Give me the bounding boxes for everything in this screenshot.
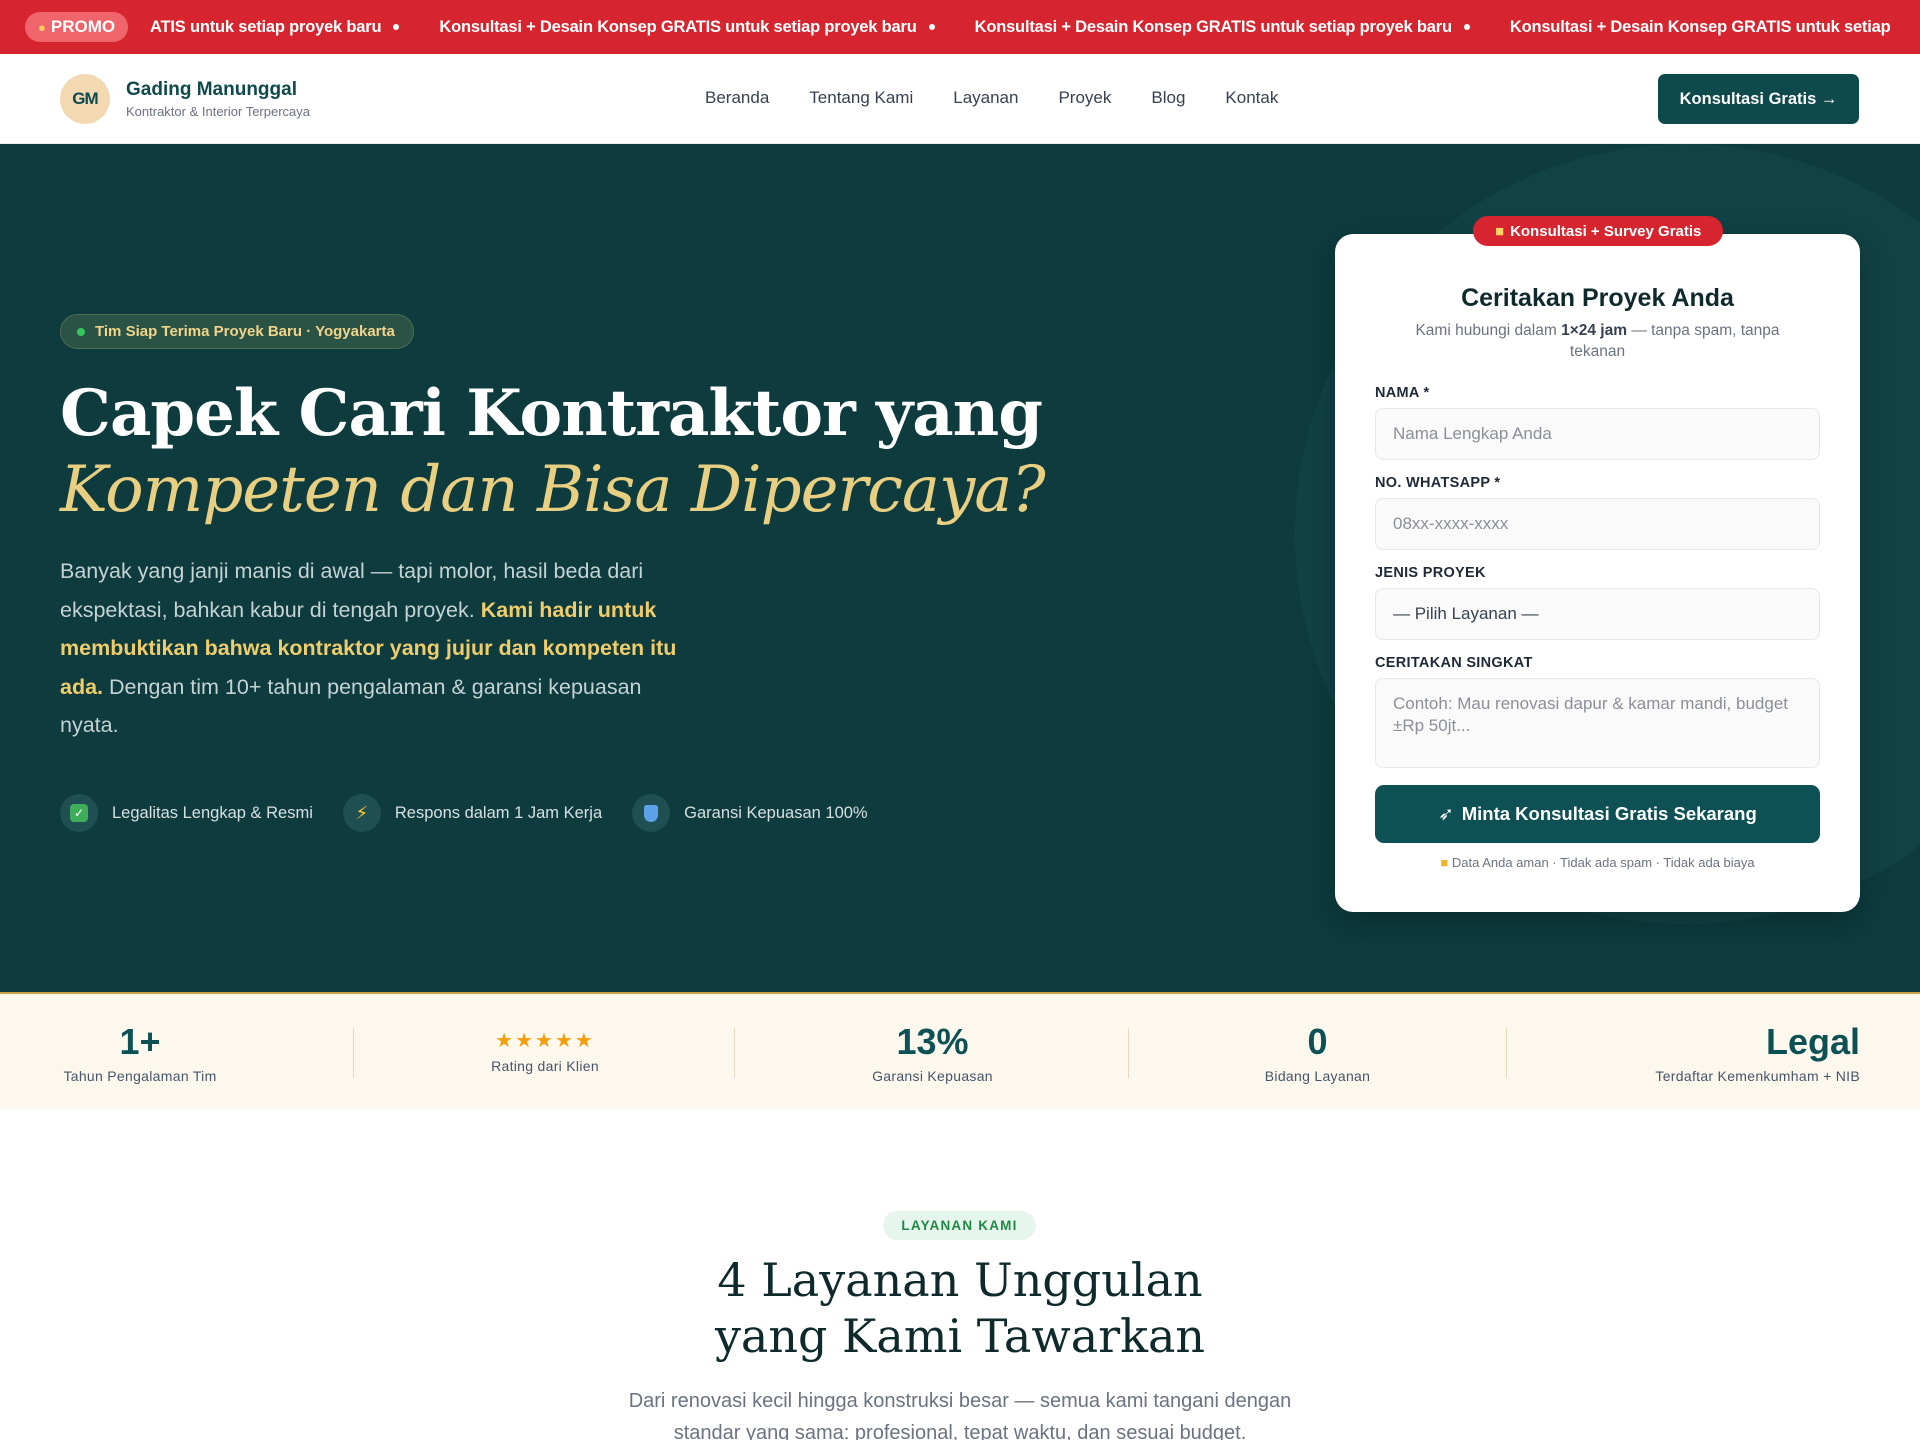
services-pill: LAYANAN KAMI [883,1211,1036,1240]
privacy-note: ■ Data Anda aman · Tidak ada spam · Tida… [1440,855,1755,870]
promo-pill: ● PROMO [25,12,129,42]
name-label: NAMA * [1375,385,1430,401]
promo-message: Konsultasi + Desain Konsep GRATIS untuk … [1509,17,1891,36]
hero-lead: Banyak yang janji manis di awal — tapi m… [60,559,677,737]
badge-text: Tim Siap Terima Proyek Baru · Yogyakarta [95,323,395,340]
site-header: GM Gading Manunggal Kontraktor & Interio… [0,54,1920,144]
star-rating-icon: ★★★★★ [495,1030,595,1052]
form-title: Ceritakan Proyek Anda [1461,284,1734,312]
promo-message: ATIS untuk setiap proyek baru [150,18,400,37]
nav-blog[interactable]: Blog [1151,88,1185,108]
nav-kontak[interactable]: Kontak [1225,88,1278,108]
promo-label: PROMO [50,17,116,36]
feature-response: ⚡ Respons dalam 1 Jam Kerja [342,794,602,832]
services-subtitle: Dari renovasi kecil hingga konstruksi be… [628,1390,1292,1440]
logo[interactable]: GM Gading Manunggal Kontraktor & Interio… [60,74,310,124]
services-title: 4 Layanan Unggulan yang Kami Tawarkan [714,1253,1206,1363]
rocket-icon: ➶ [1438,803,1454,824]
story-label: CERITAKAN SINGKAT [1375,655,1533,671]
stat-divider [353,1028,354,1078]
hero-features: ✓ Legalitas Lengkap & Resmi ⚡ Respons da… [60,794,868,832]
feature-legal: ✓ Legalitas Lengkap & Resmi [60,794,313,832]
hero-title: Capek Cari Kontraktor yang Kompeten dan … [60,376,1046,528]
stat-divider [1128,1028,1129,1078]
bolt-icon: ⚡ [355,802,369,823]
gift-icon: ■ [1495,222,1505,240]
story-textarea[interactable]: Contoh: Mau renovasi dapur & kamar mandi… [1375,678,1820,768]
stat-guarantee: 13% Garansi Kepuasan [872,1021,993,1085]
promo-bar: ● PROMO ATIS untuk setiap proyek baru Ko… [0,0,1920,54]
whatsapp-label: NO. WHATSAPP * [1375,475,1501,491]
promo-message: Konsultasi + Desain Konsep GRATIS untuk … [975,18,1470,37]
nav-layanan[interactable]: Layanan [953,88,1018,108]
whatsapp-input[interactable]: 08xx-xxxx-xxxx [1375,498,1820,550]
submit-button[interactable]: ➶ Minta Konsultasi Gratis Sekarang [1375,785,1820,843]
consultation-form-card: ■ Konsultasi + Survey Gratis Ceritakan P… [1335,216,1860,912]
brand-tagline: Kontraktor & Interior Terpercaya [126,104,311,119]
check-icon: ✓ [70,804,88,822]
promo-message: Konsultasi + Desain Konsep GRATIS untuk … [439,18,935,37]
stat-divider [1506,1028,1507,1078]
lock-icon: ■ [1440,855,1449,870]
availability-badge: Tim Siap Terima Proyek Baru · Yogyakarta [60,314,414,349]
stat-legal: Legal Terdaftar Kemenkumham + NIB [1655,1021,1860,1085]
stats-bar: 1+ Tahun Pengalaman Tim ★★★★★ Rating dar… [0,992,1920,1109]
shield-icon [644,804,659,822]
main-nav: Beranda Tentang Kami Layanan Proyek Blog… [705,88,1278,108]
promo-marquee: ATIS untuk setiap proyek baru Konsultasi… [150,0,1920,54]
nav-proyek[interactable]: Proyek [1058,88,1111,108]
brand-name: Gading Manunggal [126,79,297,100]
stat-services: 0 Bidang Layanan [1264,1021,1371,1085]
stat-experience: 1+ Tahun Pengalaman Tim [63,1021,217,1085]
nav-beranda[interactable]: Beranda [705,88,769,108]
project-type-select[interactable]: — Pilih Layanan — [1375,588,1820,640]
project-type-label: JENIS PROYEK [1375,565,1486,581]
hero-title-line2: Kompeten dan Bisa Dipercaya? [60,453,1046,527]
flame-icon: ● [38,19,46,35]
consult-cta-button[interactable]: Konsultasi Gratis → [1658,74,1859,124]
nav-tentang-kami[interactable]: Tentang Kami [809,88,913,108]
name-input[interactable]: Nama Lengkap Anda [1375,408,1820,460]
feature-guarantee: Garansi Kepuasan 100% [632,794,868,832]
hero-title-line1: Capek Cari Kontraktor yang [60,376,1043,451]
form-subtitle: Kami hubungi dalam 1×24 jam — tanpa spam… [1415,322,1780,360]
status-dot-icon [77,327,85,336]
form-tag: ■ Konsultasi + Survey Gratis [1473,216,1724,246]
logo-mark: GM [60,74,110,124]
stat-divider [734,1028,735,1078]
stat-rating: ★★★★★ Rating dari Klien [470,1030,620,1074]
